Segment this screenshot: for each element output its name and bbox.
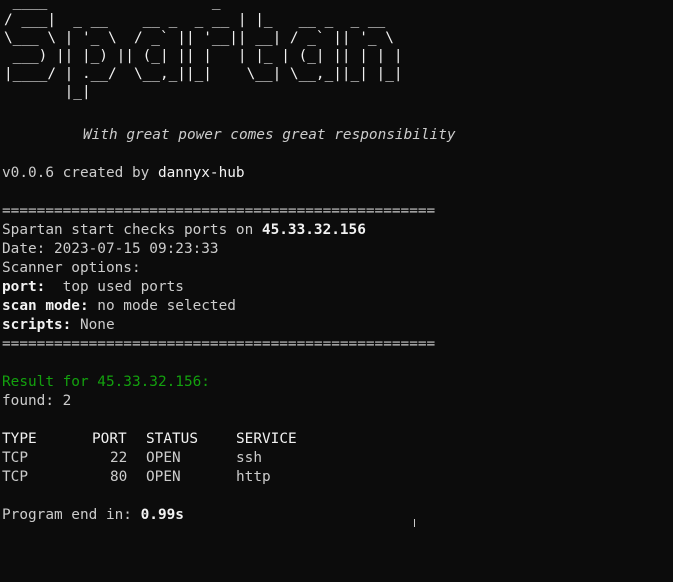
version-line: v0.0.6 created by dannyx-hub bbox=[2, 164, 245, 183]
option-scan-mode-key: scan mode: bbox=[2, 298, 89, 314]
row-type: TCP bbox=[2, 450, 28, 466]
target-ip: 45.33.32.156 bbox=[261, 222, 366, 238]
option-port-value: top used ports bbox=[45, 279, 184, 295]
scanner-options-label: Scanner options: bbox=[2, 260, 141, 276]
ascii-banner: ____ _ / ___| _ __ __ _ _ __ | |_ __ _ _… bbox=[4, 0, 403, 100]
header-service: SERVICE bbox=[236, 431, 297, 447]
text-cursor bbox=[414, 519, 415, 527]
option-port: port: top used ports bbox=[2, 278, 184, 297]
row-type: TCP bbox=[2, 469, 28, 485]
row-port: 22 bbox=[110, 450, 128, 466]
program-end-value: 0.99s bbox=[140, 507, 184, 523]
date-line: Date: 2023-07-15 09:23:33 bbox=[2, 241, 219, 257]
row-status: OPEN bbox=[146, 450, 181, 466]
header-status: STATUS bbox=[146, 431, 198, 447]
row-service: ssh bbox=[236, 450, 262, 466]
header-port: PORT bbox=[92, 431, 127, 447]
scan-header-prefix: Spartan start checks ports on bbox=[2, 222, 262, 238]
option-scan-mode: scan mode: no mode selected bbox=[2, 297, 236, 316]
program-end-prefix: Program end in: bbox=[2, 507, 141, 523]
program-end-line: Program end in: 0.99s bbox=[2, 506, 184, 525]
scan-header: Spartan start checks ports on 45.33.32.1… bbox=[2, 221, 366, 240]
row-port: 80 bbox=[110, 469, 128, 485]
tagline: With great power comes great responsibil… bbox=[83, 127, 456, 143]
option-scripts: scripts: None bbox=[2, 316, 115, 335]
author-name: dannyx-hub bbox=[157, 165, 245, 181]
table-row: TCP 22 OPEN ssh bbox=[2, 449, 402, 468]
table-header-row: TYPE PORT STATUS SERVICE bbox=[2, 430, 402, 449]
version-prefix: v0.0.6 created by bbox=[2, 165, 158, 181]
terminal-output[interactable]: ____ _ / ___| _ __ __ _ _ __ | |_ __ _ _… bbox=[2, 0, 673, 527]
found-line: found: 2 bbox=[2, 393, 72, 409]
header-type: TYPE bbox=[2, 431, 37, 447]
separator-top: ========================================… bbox=[2, 203, 436, 219]
separator-bottom: ========================================… bbox=[2, 336, 436, 352]
row-status: OPEN bbox=[146, 469, 181, 485]
option-scripts-key: scripts: bbox=[2, 317, 72, 333]
option-scan-mode-value: no mode selected bbox=[88, 298, 236, 314]
option-port-key: port: bbox=[2, 279, 46, 295]
result-line: Result for 45.33.32.156: bbox=[2, 374, 210, 390]
table-row: TCP 80 OPEN http bbox=[2, 468, 402, 487]
row-service: http bbox=[236, 469, 271, 485]
option-scripts-value: None bbox=[71, 317, 115, 333]
